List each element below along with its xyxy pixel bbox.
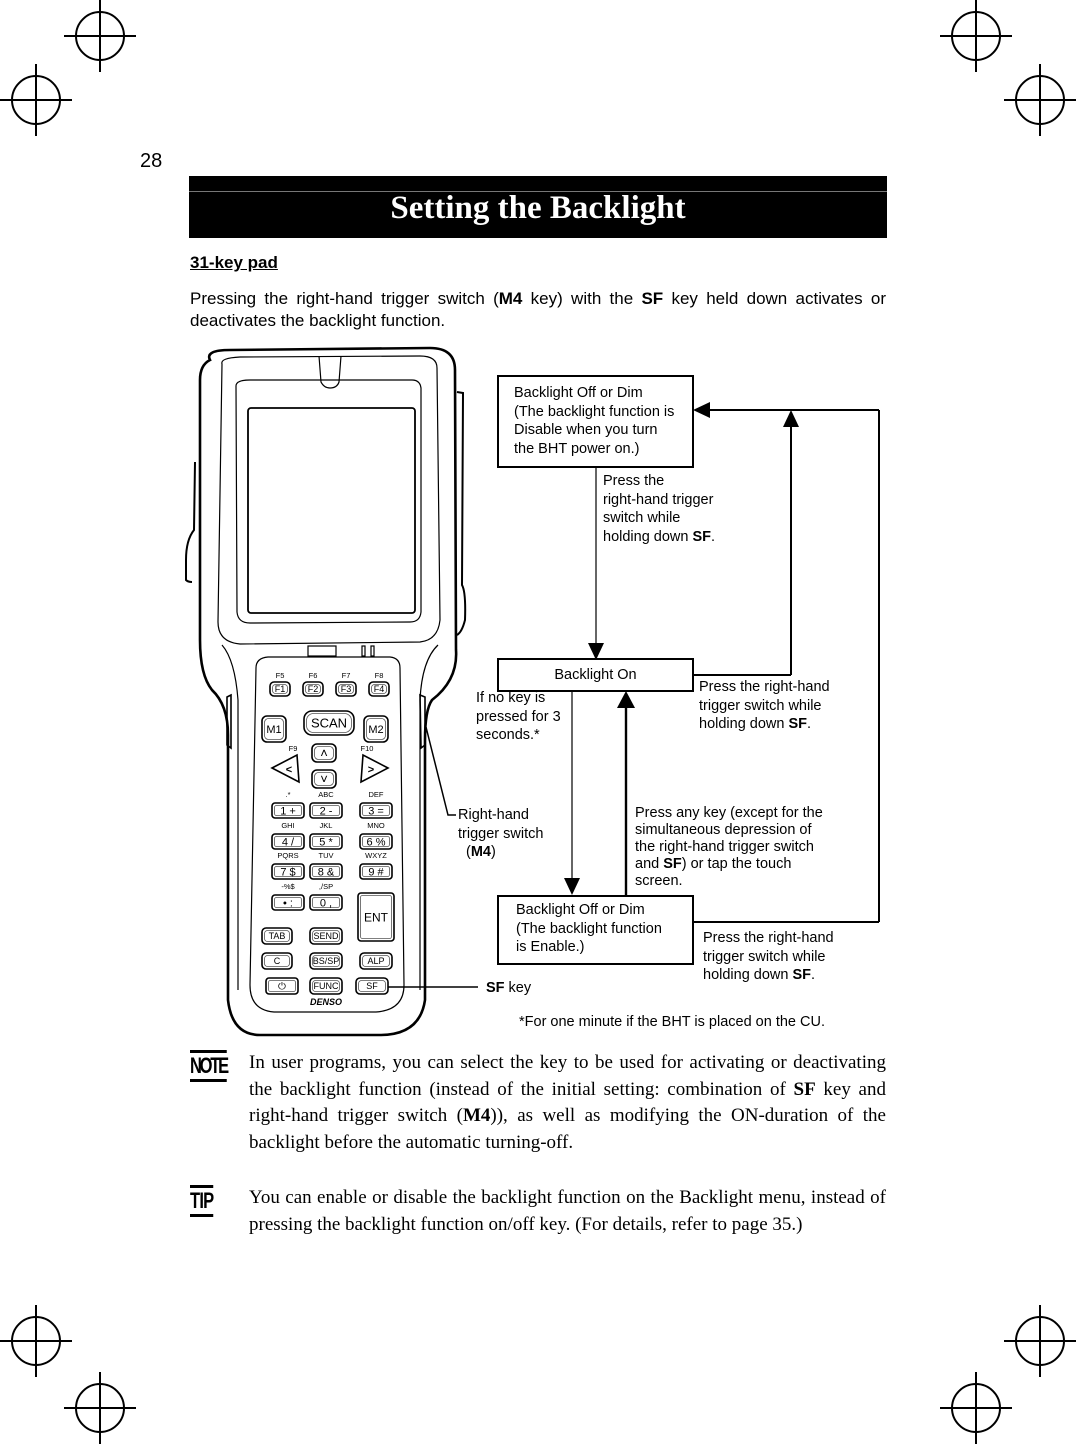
state-text: Backlight Off or Dim <box>514 385 643 401</box>
label-line: Press the right-hand <box>703 930 834 946</box>
note-text: In user programs, you can select the key… <box>249 1050 886 1156</box>
label-line: screen. <box>635 873 683 889</box>
arrowhead-to-disabled-horizontal <box>693 402 710 418</box>
state-text: (The backlight function is <box>514 403 675 420</box>
state-text: is Enable.) <box>516 939 585 955</box>
label-line: Press the <box>603 473 665 489</box>
label-line: right-hand trigger <box>603 491 714 508</box>
callout-sf-key: SF key <box>486 979 531 998</box>
label-line: ) or tap the touch <box>681 856 792 872</box>
state-text: the BHT power on.) <box>514 440 640 457</box>
arrowhead-to-on-from-any-key <box>617 691 635 708</box>
note-text-part: In user programs, you can select the key… <box>249 1052 886 1100</box>
label-line: holding down <box>703 967 793 983</box>
label-line: holding down <box>699 716 789 732</box>
label-line: pressed for 3 <box>476 708 561 725</box>
arrowhead-to-enabled-off <box>564 878 580 895</box>
callout-line: Right-hand <box>458 807 529 823</box>
state-text: (The backlight function <box>516 920 662 937</box>
key-sf: SF <box>792 967 812 983</box>
label-timeout: If no key is pressed for 3 seconds.* <box>476 689 561 745</box>
callout-line: key <box>504 980 532 996</box>
label-any-key: Press any key (except for the simultaneo… <box>635 805 823 890</box>
label-line: trigger switch while <box>703 948 826 965</box>
label-line: Press any key (except for the <box>635 805 823 821</box>
footnote: *For one minute if the BHT is placed on … <box>519 1014 825 1030</box>
key-m4: M4 <box>462 1105 491 1126</box>
key-sf: SF <box>788 716 808 732</box>
callout-line: trigger switch <box>458 825 544 842</box>
punct: ) <box>491 844 496 860</box>
arrowhead-to-disabled-vertical <box>783 410 799 427</box>
state-box-backlight-disabled: Backlight Off or Dim (The backlight func… <box>497 375 694 468</box>
punct: . <box>807 716 812 732</box>
key-sf: SF <box>692 528 712 545</box>
label-line: holding down <box>603 528 693 545</box>
state-text: Backlight Off or Dim <box>516 902 645 918</box>
key-m4: M4 <box>470 844 491 860</box>
state-box-backlight-on: Backlight On <box>497 658 694 692</box>
tip-text: You can enable or disable the backlight … <box>249 1187 886 1235</box>
label-enabled-to-disabled: Press the right-hand trigger switch whil… <box>703 929 834 985</box>
label-line: simultaneous depression of <box>635 822 812 838</box>
key-sf: SF <box>793 1078 816 1100</box>
state-box-backlight-enabled-off: Backlight Off or Dim (The backlight func… <box>497 895 694 965</box>
label-on-to-disabled: Press the right-hand trigger switch whil… <box>699 678 830 734</box>
label-line: If no key is <box>476 690 546 706</box>
label-line: switch while <box>603 510 681 526</box>
state-text: Disable when you turn <box>514 422 658 438</box>
label-line: trigger switch while <box>699 697 822 714</box>
state-text: Backlight On <box>554 667 637 683</box>
punct: . <box>711 528 716 545</box>
label-line: the right-hand trigger switch <box>635 839 814 855</box>
callout-trigger-switch: Right-hand trigger switch (M4) <box>458 806 543 862</box>
key-sf: SF <box>663 856 682 872</box>
label-line: and <box>635 856 664 872</box>
key-sf: SF <box>486 980 505 996</box>
label-line: Press the right-hand <box>699 679 830 695</box>
tip-icon: TIP <box>190 1185 214 1217</box>
label-line: seconds.* <box>476 727 540 743</box>
punct: . <box>811 967 816 983</box>
label-disabled-to-on: Press the right-hand trigger switch whil… <box>603 472 715 546</box>
note-icon: NOTE <box>190 1050 229 1082</box>
